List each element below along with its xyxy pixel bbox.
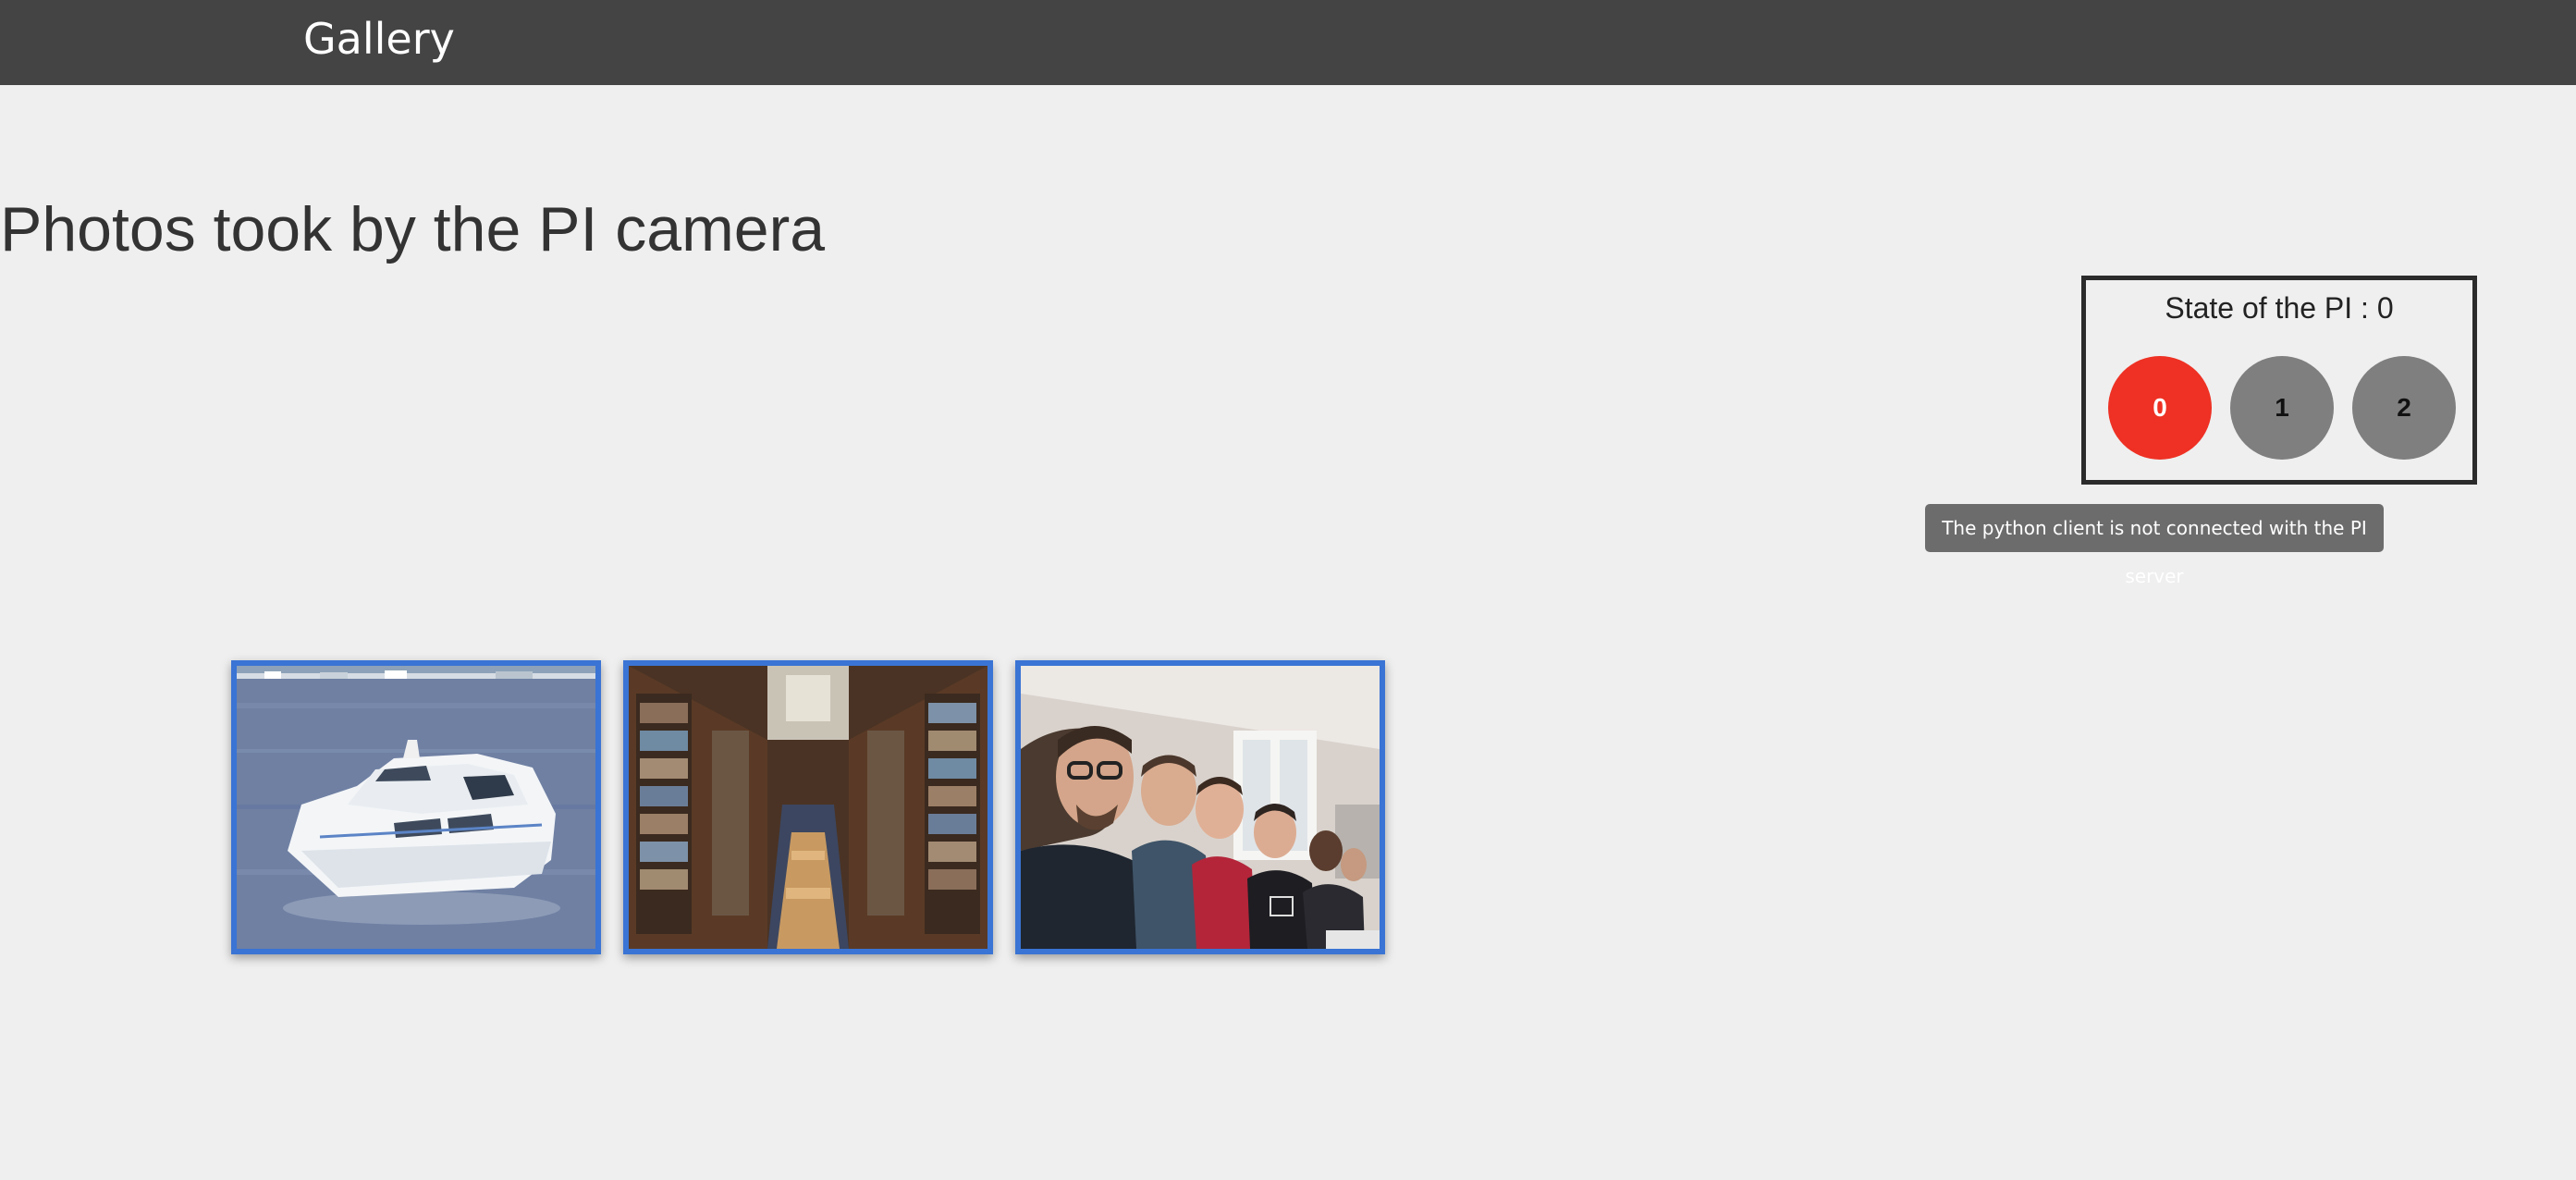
gallery-photo-boat[interactable] [231, 660, 601, 954]
top-navbar: Gallery [0, 0, 2576, 85]
page-title: Photos took by the PI camera [0, 194, 826, 264]
connection-status-tooltip: The python client is not connected with … [1925, 504, 2384, 587]
brand-link[interactable]: Gallery [303, 9, 455, 68]
pi-state-title: State of the PI : 0 [2165, 291, 2394, 325]
group-photo-image [1021, 666, 1380, 949]
pi-state-panel: State of the PI : 0 0 1 2 [2081, 276, 2477, 485]
state-button-1[interactable]: 1 [2230, 356, 2334, 460]
gallery-photo-library[interactable] [623, 660, 993, 954]
boat-photo-image [237, 666, 595, 949]
state-button-0[interactable]: 0 [2108, 356, 2212, 460]
gallery-photo-group[interactable] [1015, 660, 1385, 954]
state-button-2[interactable]: 2 [2352, 356, 2456, 460]
library-photo-image [629, 666, 987, 949]
